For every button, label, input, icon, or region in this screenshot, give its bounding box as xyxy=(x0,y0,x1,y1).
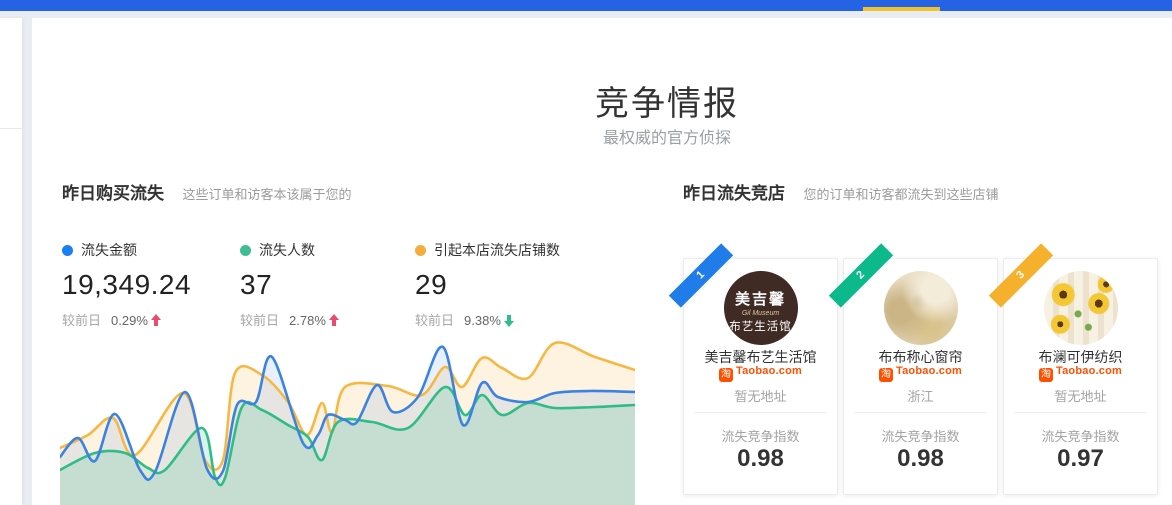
metric-label: 流失人数 xyxy=(259,242,315,258)
series-color-dot xyxy=(415,245,426,256)
page-subtitle: 最权威的官方侦探 xyxy=(603,124,731,148)
platform-name: Taobao.com xyxy=(896,365,962,377)
taobao-icon: 淘 xyxy=(719,368,733,382)
top-nav-bar xyxy=(0,0,1172,11)
loss-section-header: 昨日购买流失 这些订单和访客本该属于您的 xyxy=(62,179,351,204)
metric-value: 37 xyxy=(240,269,339,301)
change-percent: 9.38% xyxy=(464,313,501,328)
rank-ribbon: 1 xyxy=(669,243,733,307)
page: 竞争情报 最权威的官方侦探 昨日购买流失 这些订单和访客本该属于您的 流失金额 … xyxy=(0,0,1172,505)
shop-location: 浙江 xyxy=(844,386,997,405)
competition-index-value: 0.97 xyxy=(1004,445,1157,473)
shop-name[interactable]: 布布称心窗帘 xyxy=(844,347,997,367)
rank-ribbon: 3 xyxy=(989,243,1053,307)
shop-name[interactable]: 布澜可伊纺织 xyxy=(1004,347,1157,367)
platform-badge: 淘Taobao.com xyxy=(1004,365,1157,382)
metric-label: 流失金额 xyxy=(81,242,137,258)
legend-item-lost-visitors[interactable]: 流失人数 xyxy=(240,240,339,260)
metric-loss-amount: 流失金额 19,349.24 较前日 0.29% xyxy=(62,240,191,329)
sidebar-divider xyxy=(0,128,22,129)
shop-location: 暂无地址 xyxy=(1004,386,1157,405)
left-sidebar xyxy=(0,18,22,505)
compare-label: 较前日 xyxy=(62,313,101,328)
card-divider xyxy=(1014,412,1147,413)
shop-logo xyxy=(884,271,958,345)
logo-text-line: 美吉馨 xyxy=(724,288,798,309)
competitor-card[interactable]: 2 布布称心窗帘 淘Taobao.com 浙江 流失竞争指数 0.98 xyxy=(843,258,998,495)
metric-compare: 较前日 2.78% xyxy=(240,310,339,329)
metric-lost-visitors: 流失人数 37 较前日 2.78% xyxy=(240,240,339,329)
competition-index-label: 流失竞争指数 xyxy=(684,426,837,445)
change-percent: 0.29% xyxy=(111,313,148,328)
taobao-icon: 淘 xyxy=(879,368,893,382)
loss-trend-chart-canvas xyxy=(60,335,635,505)
card-divider xyxy=(694,412,827,413)
series-color-dot xyxy=(62,245,73,256)
change-percent: 2.78% xyxy=(289,313,326,328)
competition-index-label: 流失竞争指数 xyxy=(1004,426,1157,445)
main-panel: 竞争情报 最权威的官方侦探 昨日购买流失 这些订单和访客本该属于您的 流失金额 … xyxy=(32,18,1172,505)
legend-item-loss-amount[interactable]: 流失金额 xyxy=(62,240,191,260)
loss-section-subtitle: 这些订单和访客本该属于您的 xyxy=(182,184,351,203)
competition-index-value: 0.98 xyxy=(684,445,837,473)
series-color-dot xyxy=(240,245,251,256)
competitors-section-header: 昨日流失竞店 您的订单和访客都流失到这些店铺 xyxy=(683,179,998,204)
platform-badge: 淘Taobao.com xyxy=(684,365,837,382)
metric-value: 29 xyxy=(415,269,560,301)
shop-logo: 美吉馨 Gil Museum 布艺生活馆 xyxy=(724,271,798,345)
metric-value: 19,349.24 xyxy=(62,269,191,301)
metric-label: 引起本店流失店铺数 xyxy=(434,242,560,258)
loss-section-title: 昨日购买流失 xyxy=(62,179,164,204)
metric-causing-shops: 引起本店流失店铺数 29 较前日 9.38% xyxy=(415,240,560,329)
taobao-icon: 淘 xyxy=(1039,368,1053,382)
card-divider xyxy=(854,412,987,413)
compare-label: 较前日 xyxy=(415,313,454,328)
competition-index-label: 流失竞争指数 xyxy=(844,426,997,445)
active-tab-indicator[interactable] xyxy=(863,7,940,11)
trend-up-icon xyxy=(151,314,161,327)
platform-name: Taobao.com xyxy=(736,365,802,377)
competitors-section-title: 昨日流失竞店 xyxy=(683,179,785,204)
rank-ribbon: 2 xyxy=(829,243,893,307)
loss-trend-chart[interactable] xyxy=(60,335,635,505)
page-title: 竞争情报 xyxy=(595,76,739,125)
metric-compare: 较前日 9.38% xyxy=(415,310,560,329)
compare-label: 较前日 xyxy=(240,313,279,328)
competitor-card[interactable]: 1 美吉馨 Gil Museum 布艺生活馆 美吉馨布艺生活馆 淘Taobao.… xyxy=(683,258,838,495)
metric-compare: 较前日 0.29% xyxy=(62,310,191,329)
trend-down-icon xyxy=(504,314,514,327)
competitor-card[interactable]: 3 布澜可伊纺织 淘Taobao.com 暂无地址 流失竞争指数 0.97 xyxy=(1003,258,1158,495)
competition-index-value: 0.98 xyxy=(844,445,997,473)
legend-item-causing-shops[interactable]: 引起本店流失店铺数 xyxy=(415,240,560,260)
logo-text-line: Gil Museum xyxy=(724,310,798,317)
platform-badge: 淘Taobao.com xyxy=(844,365,997,382)
shop-name[interactable]: 美吉馨布艺生活馆 xyxy=(684,347,837,367)
shop-location: 暂无地址 xyxy=(684,386,837,405)
platform-name: Taobao.com xyxy=(1056,365,1122,377)
logo-text-line: 布艺生活馆 xyxy=(724,318,798,334)
trend-up-icon xyxy=(329,314,339,327)
shop-logo xyxy=(1044,271,1118,345)
competitors-section-subtitle: 您的订单和访客都流失到这些店铺 xyxy=(803,184,998,203)
